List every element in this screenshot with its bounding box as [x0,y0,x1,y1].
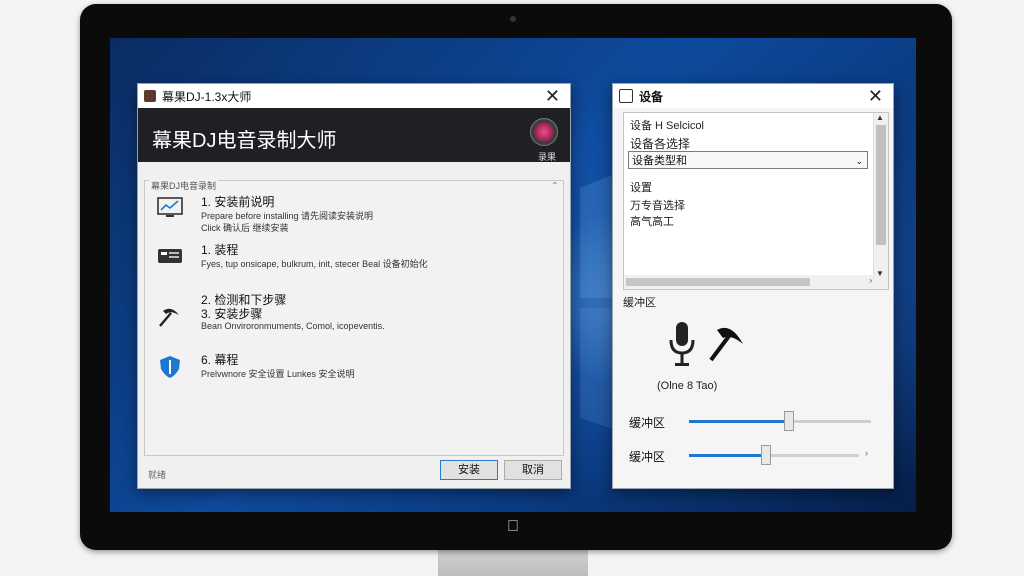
step-item: 2. 检测和下步骤 3. 安装步骤 Bean Onviroronmuments,… [157,291,547,341]
panel-header: 设备 H Selcicol [630,120,704,132]
app-icon [144,90,156,102]
scrollbar-thumb[interactable] [876,125,886,245]
slider-fill [689,454,766,457]
buffer-slider-1[interactable] [689,411,871,431]
step-title: 1. 装程 [201,243,239,257]
slider-label: 缓冲区 [629,416,666,430]
status-text: 就绪 [148,470,167,480]
settings-titlebar[interactable]: 设备 ✕ [613,84,893,108]
step-item: 6. 幕程 Prelvwnore 安全设置 Lunkes 安全说明 [157,351,547,387]
vertical-scrollbar[interactable]: ▲ ▼ [873,113,888,289]
microphone-icon [669,322,695,366]
settings-window: 设备 ✕ 设备 H Selcicol 设备各选择 设备类型和 ⌄ 设置 万专音选… [612,83,894,489]
buffer-section-label: 缓冲区 [623,297,656,309]
camera-dot [510,16,516,22]
step-item: 1. 安装前说明 Prepare before installing 请先阅读安… [157,193,547,233]
settings-item[interactable]: 万专音选择 [630,197,685,213]
chevron-down-icon: ⌄ [855,156,863,166]
monitor-chart-icon [157,197,183,221]
step-desc: Bean Onviroronmuments, Comol, icopeventi… [201,321,385,331]
device-select-value: 设备类型和 [632,155,687,167]
installer-banner: 幕果DJ电音录制大师 录果 [138,108,570,162]
installer-window: 幕果DJ-1.3x大师 ✕ 幕果DJ电音录制大师 录果 幕果DJ电音录制 ⌃ 1… [137,83,571,489]
steps-group: 幕果DJ电音录制 ⌃ 1. 安装前说明 Prepare before insta… [144,179,564,456]
step-desc: Prelvwnore 安全设置 Lunkes 安全说明 [201,369,355,379]
slider-label: 缓冲区 [629,450,666,464]
device-panel: 设备 H Selcicol 设备各选择 设备类型和 ⌄ 设置 万专音选择 高气高… [623,112,889,290]
chevron-right-icon[interactable]: › [865,448,868,458]
device-select[interactable]: 设备类型和 ⌄ [628,151,868,169]
slider-thumb[interactable] [760,445,771,465]
banner-title: 幕果DJ电音录制大师 [152,130,337,152]
settings-section: 设置 [630,182,652,194]
step-title-secondary: 3. 安装步骤 [201,307,263,321]
settings-title: 设备 [639,89,664,104]
device-select-label: 设备各选择 [630,137,691,151]
settings-app-icon [619,89,633,103]
close-icon[interactable]: ✕ [868,86,883,106]
shield-icon [157,355,183,379]
settings-item[interactable]: 高气高工 [630,213,674,229]
step-title: 6. 幕程 [201,353,239,367]
scrollbar-thumb[interactable] [626,278,810,286]
close-icon[interactable]: ✕ [545,86,560,106]
banner-icon-label: 录果 [537,152,556,162]
group-label: 幕果DJ电音录制 [149,179,218,192]
resize-grip-icon: ⌃ [550,181,559,192]
horizontal-scrollbar[interactable]: › [624,275,874,289]
step-item: 1. 装程 Fyes, tup onsicape, bulkrum, init,… [157,241,547,277]
slider-fill [689,420,790,423]
cancel-button[interactable]: 取消 [504,460,562,480]
scroll-right-icon[interactable]: › [869,276,872,285]
pickaxe-icon [709,327,743,362]
slider-thumb[interactable] [784,411,795,431]
installer-title: 幕果DJ-1.3x大师 [162,89,252,104]
scroll-down-icon[interactable]: ▼ [876,269,884,278]
buffer-slider-2[interactable] [689,445,859,465]
step-title: 1. 安装前说明 [201,195,275,209]
install-button[interactable]: 安装 [440,460,498,480]
device-icon [157,245,183,269]
step-desc: Click 确认后 继续安装 [201,223,289,233]
record-icon [530,118,558,146]
apple-logo-icon:  [506,518,520,536]
pickaxe-icon [157,305,183,329]
installer-titlebar[interactable]: 幕果DJ-1.3x大师 ✕ [138,84,570,108]
scroll-up-icon[interactable]: ▲ [876,113,884,122]
step-desc: Fyes, tup onsicape, bulkrum, init, stece… [201,259,428,269]
microphone-caption: (Olne 8 Tao) [657,380,718,392]
